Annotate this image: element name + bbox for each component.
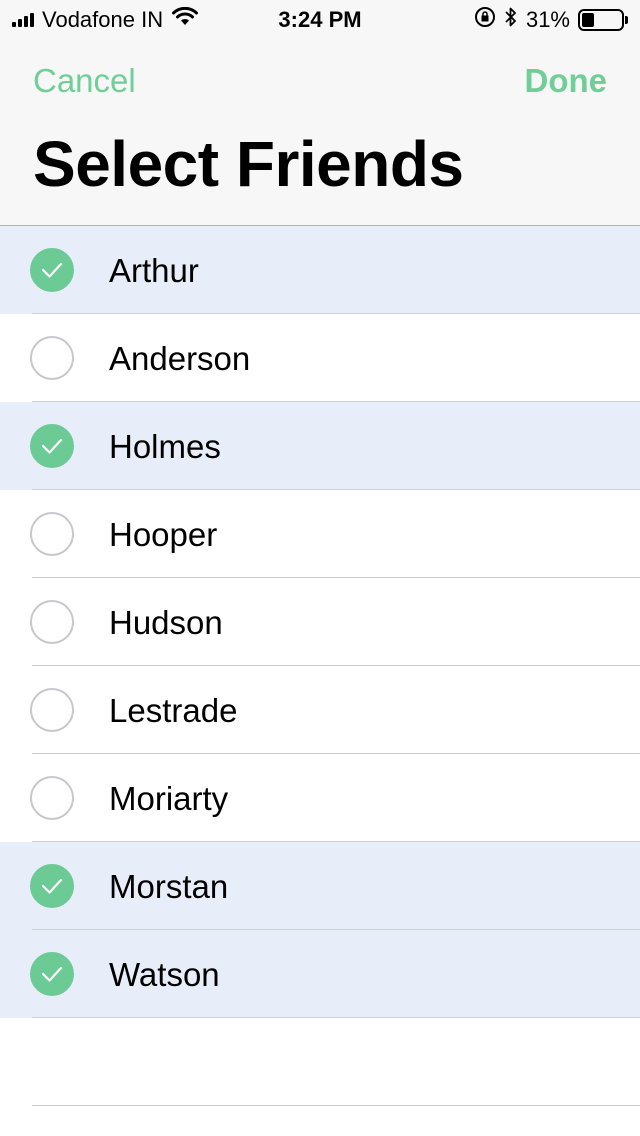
friend-name: Holmes (109, 427, 221, 465)
friend-row[interactable]: Anderson (0, 314, 640, 402)
empty-circle-icon[interactable] (30, 512, 74, 556)
empty-circle-icon[interactable] (30, 600, 74, 644)
checkmark-circle-icon[interactable] (30, 248, 74, 292)
signal-icon (12, 13, 34, 27)
friend-name: Lestrade (109, 691, 238, 729)
empty-list-row (0, 1018, 640, 1106)
friend-row[interactable]: Hudson (0, 578, 640, 666)
friend-name: Watson (109, 955, 220, 993)
status-bar-right: 31% (474, 6, 628, 34)
friend-name: Arthur (109, 251, 199, 289)
battery-percent: 31% (525, 7, 570, 32)
friend-row[interactable]: Holmes (0, 402, 640, 490)
friend-row[interactable]: Moriarty (0, 754, 640, 842)
bluetooth-icon (504, 6, 518, 34)
friend-name: Hudson (109, 603, 223, 641)
page-title: Select Friends (33, 128, 464, 200)
friend-name: Hooper (109, 515, 218, 553)
friend-name: Anderson (109, 339, 251, 377)
checkmark-circle-icon[interactable] (30, 424, 74, 468)
friend-row[interactable]: Lestrade (0, 666, 640, 754)
friend-row[interactable]: Hooper (0, 490, 640, 578)
checkmark-circle-icon[interactable] (30, 864, 74, 908)
cancel-button[interactable]: Cancel (33, 62, 136, 100)
empty-circle-icon[interactable] (30, 336, 74, 380)
status-bar: Vodafone IN 3:24 PM 31% (0, 0, 640, 40)
friends-list: Arthur Anderson Holmes Hooper Hudson Lestrade… (0, 226, 640, 1106)
friend-row[interactable]: Arthur (0, 226, 640, 314)
checkmark-circle-icon[interactable] (30, 952, 74, 996)
done-button[interactable]: Done (525, 62, 608, 100)
battery-icon (578, 9, 628, 31)
empty-circle-icon[interactable] (30, 776, 74, 820)
friend-row[interactable]: Watson (0, 930, 640, 1018)
wifi-icon (171, 6, 199, 33)
friend-name: Moriarty (109, 779, 229, 817)
orientation-lock-icon (474, 6, 496, 34)
navigation-bar: Cancel Done Select Friends (0, 40, 640, 226)
friend-row[interactable]: Morstan (0, 842, 640, 930)
status-bar-left: Vodafone IN (12, 6, 199, 33)
carrier-label: Vodafone IN (42, 7, 164, 32)
empty-circle-icon[interactable] (30, 688, 74, 732)
friend-name: Morstan (109, 867, 229, 905)
